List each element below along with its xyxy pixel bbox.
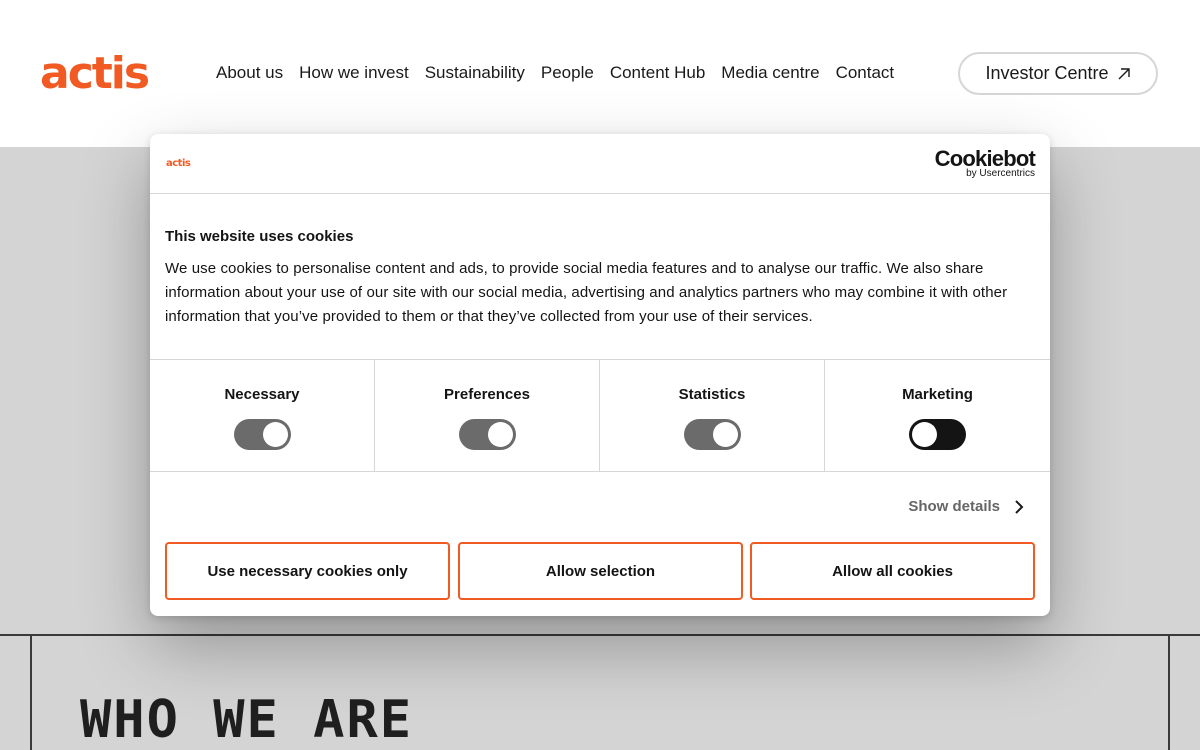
nav-media-centre[interactable]: Media centre: [721, 62, 819, 84]
toggle-cell-preferences: Preferences: [375, 360, 600, 472]
nav-content-hub[interactable]: Content Hub: [610, 62, 705, 84]
allow-selection-button[interactable]: Allow selection: [458, 542, 743, 600]
show-details-label: Show details: [908, 498, 1000, 515]
toggle-cell-statistics: Statistics: [600, 360, 825, 472]
allow-all-cookies-button[interactable]: Allow all cookies: [750, 542, 1035, 600]
investor-centre-label: Investor Centre: [985, 63, 1109, 83]
arrow-up-right-icon: [1118, 67, 1130, 79]
actis-logo[interactable]: actis: [40, 46, 150, 102]
toggle-knob: [912, 422, 937, 447]
use-necessary-cookies-button[interactable]: Use necessary cookies only: [165, 542, 450, 600]
toggle-label-statistics: Statistics: [678, 386, 746, 403]
toggle-label-marketing: Marketing: [902, 386, 973, 403]
dialog-header: actis Cookiebot by Usercentrics: [150, 134, 1050, 194]
cookie-consent-dialog: actis Cookiebot by Usercentrics This web…: [150, 134, 1050, 616]
section-divider: [0, 634, 1200, 636]
main-nav: About us How we invest Sustainability Pe…: [216, 62, 910, 84]
section-border-right: [1168, 634, 1170, 750]
toggle-label-necessary: Necessary: [224, 386, 300, 403]
consent-toggles: Necessary Preferences Statistics Marketi…: [150, 359, 1050, 472]
necessary-toggle[interactable]: [234, 419, 291, 450]
statistics-toggle[interactable]: [684, 419, 741, 450]
who-we-are-heading: WHO WE ARE: [80, 690, 414, 750]
preferences-toggle[interactable]: [459, 419, 516, 450]
dialog-body-text: We use cookies to personalise content an…: [165, 260, 1008, 325]
nav-contact[interactable]: Contact: [836, 62, 895, 84]
toggle-label-preferences: Preferences: [444, 386, 530, 403]
marketing-toggle[interactable]: [909, 419, 966, 450]
toggle-cell-necessary: Necessary: [150, 360, 375, 472]
toggle-knob: [488, 422, 513, 447]
nav-how-we-invest[interactable]: How we invest: [299, 62, 409, 84]
nav-sustainability[interactable]: Sustainability: [425, 62, 525, 84]
chevron-right-icon: [1015, 499, 1024, 514]
nav-about-us[interactable]: About us: [216, 62, 283, 84]
dialog-actis-logo: actis: [166, 158, 191, 169]
section-border-left: [30, 634, 32, 750]
nav-people[interactable]: People: [541, 62, 594, 84]
toggle-knob: [713, 422, 738, 447]
dialog-title: This website uses cookies: [165, 228, 354, 245]
toggle-cell-marketing: Marketing: [825, 360, 1050, 472]
toggle-knob: [263, 422, 288, 447]
site-header: actis About us How we invest Sustainabil…: [0, 0, 1200, 147]
cookiebot-logo[interactable]: Cookiebot by Usercentrics: [935, 147, 1036, 179]
show-details-link[interactable]: Show details: [908, 498, 1024, 515]
investor-centre-button[interactable]: Investor Centre: [958, 52, 1158, 95]
